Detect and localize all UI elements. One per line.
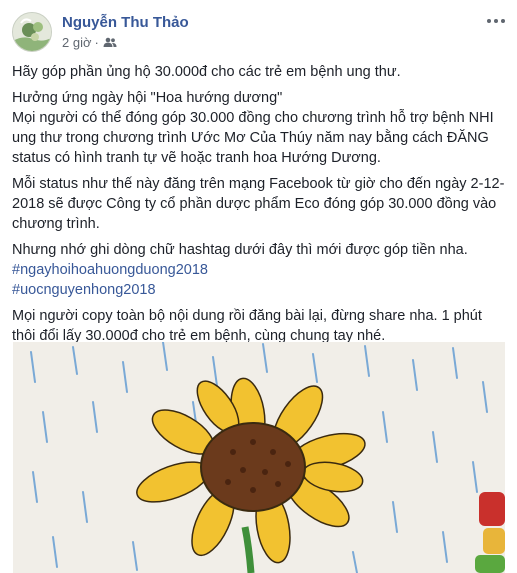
text-line: Mọi người có thể đóng góp 30.000 đồng ch… <box>12 110 494 126</box>
more-options-icon[interactable] <box>485 12 507 30</box>
post-meta: 2 giờ · <box>62 35 117 50</box>
text-line: Nhưng nhớ ghi dòng chữ hashtag dưới đây … <box>12 242 468 258</box>
text-line: Hãy góp phần ủng hộ 30.000đ cho các trẻ … <box>12 64 401 80</box>
text-line: chương trình. <box>12 216 100 232</box>
text-line: status có hình tranh tự vẽ hoặc tranh ho… <box>12 150 381 166</box>
post-time[interactable]: 2 giờ <box>62 35 92 50</box>
avatar-image <box>13 13 51 51</box>
flower-center <box>200 422 306 512</box>
text-line: ung thư trong chương trình Ước Mơ Của Th… <box>12 130 489 146</box>
paragraph-3: Mỗi status như thế này đăng trên mạng Fa… <box>12 174 507 234</box>
friends-icon[interactable] <box>103 35 117 50</box>
hashtag-link[interactable]: #ngayhoihoahuongduong2018 <box>12 260 507 280</box>
paragraph-4: Nhưng nhớ ghi dòng chữ hashtag dưới đây … <box>12 240 507 300</box>
post-text: Hãy góp phần ủng hộ 30.000đ cho các trẻ … <box>12 62 507 352</box>
text-line: Hưởng ứng ngày hội "Hoa hướng dương" <box>12 90 283 106</box>
post-header: Nguyễn Thu Thảo 2 giờ · <box>12 10 507 54</box>
sunflower-drawing <box>13 342 505 573</box>
author-name[interactable]: Nguyễn Thu Thảo <box>62 14 189 31</box>
meta-separator: · <box>94 35 99 50</box>
text-line: Mỗi status như thế này đăng trên mạng Fa… <box>12 176 505 192</box>
paragraph-2: Hưởng ứng ngày hội "Hoa hướng dương" Mọi… <box>12 88 507 168</box>
avatar[interactable] <box>12 12 52 52</box>
text-line: 2018 sẽ được Công ty cổ phần dược phẩm E… <box>12 196 497 212</box>
post-photo[interactable] <box>13 342 505 573</box>
text-line: Mọi người copy toàn bộ nội dung rồi đăng… <box>12 308 482 324</box>
hashtag-link[interactable]: #uocnguyenhong2018 <box>12 280 507 300</box>
facebook-post: Nguyễn Thu Thảo 2 giờ · Hãy góp phần ủng… <box>0 0 517 573</box>
paragraph-1: Hãy góp phần ủng hộ 30.000đ cho các trẻ … <box>12 62 507 82</box>
paragraph-5: Mọi người copy toàn bộ nội dung rồi đăng… <box>12 306 507 346</box>
